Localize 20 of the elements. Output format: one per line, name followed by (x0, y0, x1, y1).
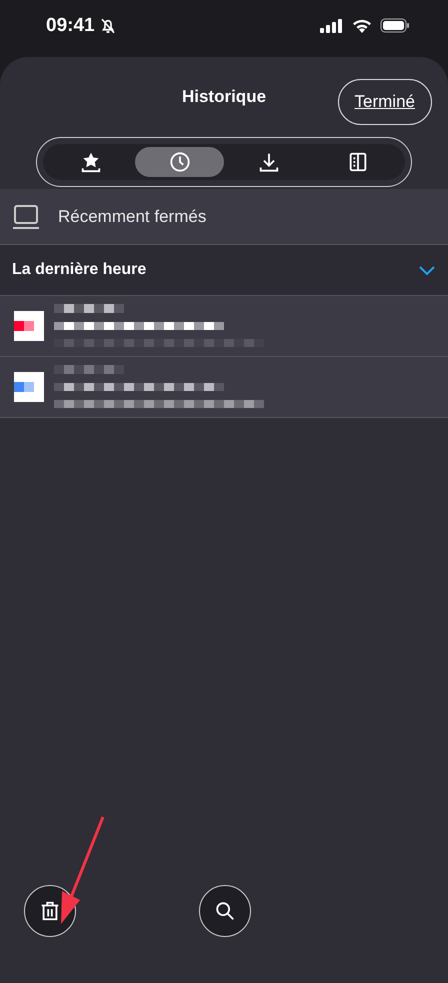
favicon-icon (14, 372, 44, 402)
done-button[interactable]: Terminé (338, 79, 432, 125)
clock-icon (168, 151, 190, 173)
download-icon (258, 151, 280, 173)
trash-icon (39, 900, 61, 922)
history-item[interactable] (0, 296, 448, 357)
search-icon (214, 900, 236, 922)
battery-icon (380, 18, 410, 33)
wifi-icon (352, 18, 372, 33)
search-button[interactable] (199, 885, 251, 937)
laptop-icon (12, 204, 40, 230)
recently-closed-row[interactable]: Récemment fermés (0, 189, 448, 245)
star-tray-icon (80, 151, 102, 173)
history-item[interactable] (0, 357, 448, 418)
tab[interactable] (135, 147, 224, 177)
sheet-title: Historique (182, 87, 266, 107)
chevron-icon (418, 264, 436, 276)
signal-icon (320, 18, 344, 32)
favicon-icon (14, 311, 44, 341)
status-time: 09:41 (46, 14, 95, 36)
